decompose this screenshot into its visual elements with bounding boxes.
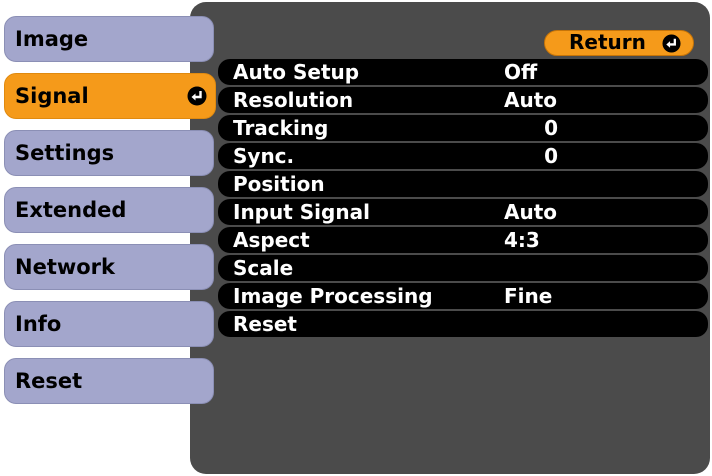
row-value: 0 xyxy=(544,116,558,140)
menu-row-position[interactable]: Position xyxy=(218,171,708,197)
row-value: Auto xyxy=(504,88,558,112)
menu-row-aspect[interactable]: Aspect 4:3 xyxy=(218,227,708,253)
menu-row-tracking[interactable]: Tracking 0 xyxy=(218,115,708,141)
tab-label: Settings xyxy=(15,141,115,165)
menu-row-input-signal[interactable]: Input Signal Auto xyxy=(218,199,708,225)
row-label: Position xyxy=(233,172,325,196)
enter-icon xyxy=(662,34,681,53)
row-label: Image Processing xyxy=(233,284,433,308)
row-value: 4:3 xyxy=(504,228,540,252)
menu-row-resolution[interactable]: Resolution Auto xyxy=(218,87,708,113)
tab-image[interactable]: Image xyxy=(4,16,214,62)
row-label: Aspect xyxy=(233,228,310,252)
tab-reset[interactable]: Reset xyxy=(4,358,214,404)
enter-icon xyxy=(187,86,207,106)
tab-extended[interactable]: Extended xyxy=(4,187,214,233)
tab-settings[interactable]: Settings xyxy=(4,130,214,176)
return-button[interactable]: Return xyxy=(544,30,694,56)
menu-row-auto-setup[interactable]: Auto Setup Off xyxy=(218,59,708,85)
row-label: Reset xyxy=(233,312,297,336)
tab-network[interactable]: Network xyxy=(4,244,214,290)
row-value: Auto xyxy=(504,200,558,224)
row-label: Auto Setup xyxy=(233,60,360,84)
return-label: Return xyxy=(569,30,646,54)
tab-info[interactable]: Info xyxy=(4,301,214,347)
tab-label: Extended xyxy=(15,198,127,222)
row-label: Resolution xyxy=(233,88,354,112)
menu-row-image-processing[interactable]: Image Processing Fine xyxy=(218,283,708,309)
tab-label: Network xyxy=(15,255,116,279)
menu-row-sync[interactable]: Sync. 0 xyxy=(218,143,708,169)
tab-label: Info xyxy=(15,312,62,336)
tab-signal[interactable]: Signal xyxy=(4,73,216,119)
row-label: Input Signal xyxy=(233,200,370,224)
tab-label: Signal xyxy=(15,84,89,108)
row-value: 0 xyxy=(544,144,558,168)
row-value: Off xyxy=(504,60,538,84)
row-value: Fine xyxy=(504,284,553,308)
tab-label: Reset xyxy=(15,369,83,393)
menu-row-reset[interactable]: Reset xyxy=(218,311,708,337)
menu-row-scale[interactable]: Scale xyxy=(218,255,708,281)
row-label: Scale xyxy=(233,256,294,280)
tab-label: Image xyxy=(15,27,89,51)
